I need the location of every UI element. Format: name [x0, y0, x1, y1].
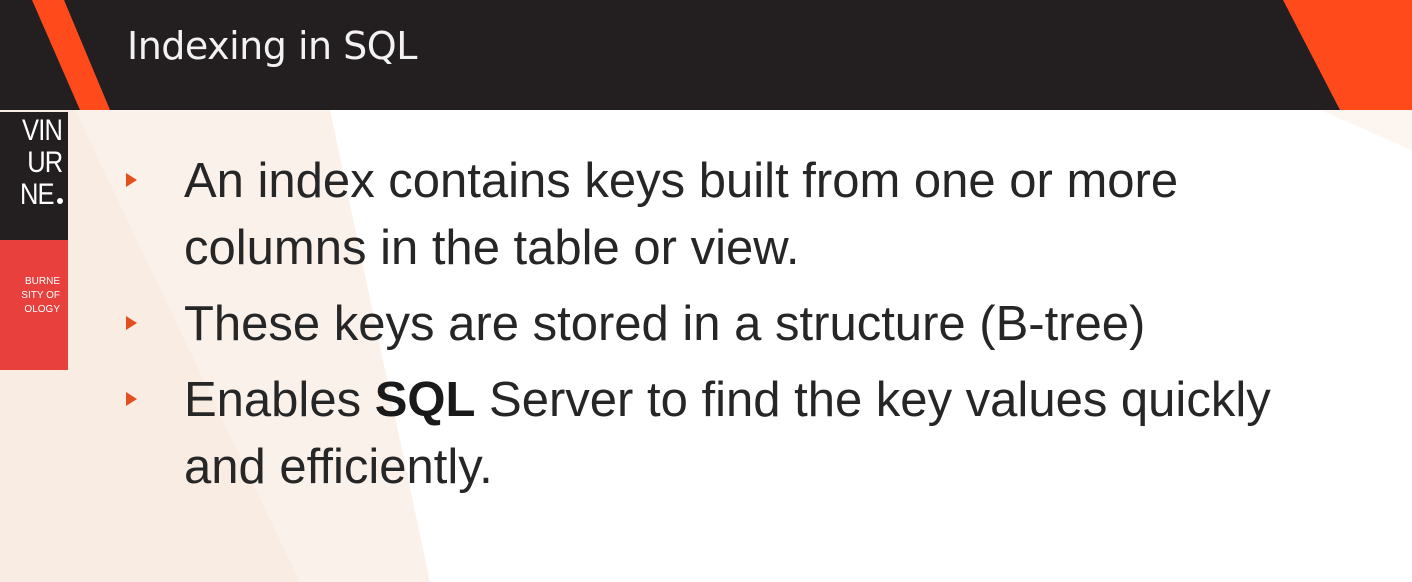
logo-text-line: VIN	[22, 114, 63, 147]
bullet-item: An index contains keys built from one or…	[126, 148, 1366, 282]
bullet-item: Enables SQL Server to find the key value…	[126, 367, 1366, 501]
slide: Indexing in SQL VIN UR NE BURNE SITY OF …	[0, 0, 1412, 582]
bullet-triangle-icon	[126, 173, 137, 187]
bullet-text: These keys are stored in a structure (B-…	[184, 297, 1146, 351]
logo-red-block: BURNE SITY OF OLOGY	[0, 240, 68, 370]
logo-text-line: UR	[26, 146, 63, 179]
bullet-item: These keys are stored in a structure (B-…	[126, 291, 1366, 358]
logo-black-block: VIN UR NE	[0, 112, 68, 240]
logo-text-line: NE	[20, 178, 55, 211]
bullet-triangle-icon	[126, 316, 137, 330]
bullet-bold-text: SQL	[374, 373, 476, 427]
bullet-text: An index contains keys built from one or…	[184, 154, 1179, 275]
logo-subtitle-line: BURNE	[24, 276, 60, 287]
logo-subtitle-line: OLOGY	[24, 304, 60, 315]
bullet-list: An index contains keys built from one or…	[126, 148, 1366, 510]
bullet-triangle-icon	[126, 392, 137, 406]
logo-subtitle-line: SITY OF	[21, 290, 60, 301]
slide-title: Indexing in SQL	[127, 24, 417, 68]
bullet-text-before: Enables	[184, 373, 375, 427]
logo-dot-icon	[57, 198, 63, 204]
university-logo: VIN UR NE BURNE SITY OF OLOGY	[0, 112, 68, 370]
